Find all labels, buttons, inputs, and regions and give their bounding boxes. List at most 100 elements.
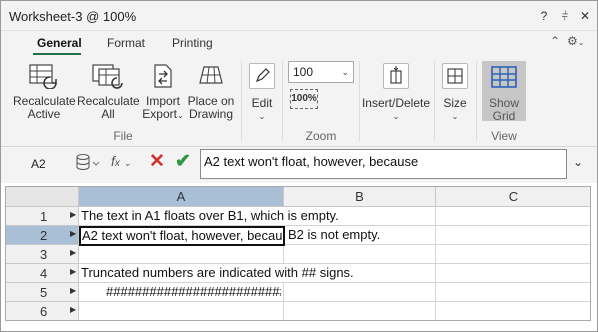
chevron-down-icon: ⌄ <box>451 112 459 121</box>
row-pointer-icon: ▶ <box>70 248 77 257</box>
zoom-level-select[interactable]: 100 ⌄ <box>288 61 354 83</box>
row-pointer-icon: ▶ <box>70 305 77 314</box>
spreadsheet-grid: A B C 1 ▶ 2 ▶ 3 ▶ 4 ▶ 5 ▶ 6 ▶ The text in A1 f… <box>5 186 591 321</box>
zoom-100-button[interactable]: 100% <box>290 89 318 109</box>
group-divider <box>282 61 283 141</box>
column-header-b[interactable]: B <box>284 187 436 207</box>
row-number: 1 <box>40 209 48 224</box>
file-group-label: File <box>113 129 133 143</box>
size-label: Size <box>443 96 467 110</box>
row-number: 3 <box>40 247 48 262</box>
ribbon: Recalculate Active Recalculate All Impor… <box>1 57 597 147</box>
zoom-100-label: 100% <box>291 93 317 104</box>
cell-reference-box[interactable]: A2 <box>31 157 46 171</box>
group-divider <box>241 61 242 141</box>
worksheet-window: Worksheet-3 @ 100% ? ⫩ ✕ General Format … <box>0 0 598 332</box>
chevron-down-icon: ⌄ <box>176 111 184 120</box>
zoom-group-label: Zoom <box>305 129 337 143</box>
cell-b6[interactable] <box>284 302 436 320</box>
row-pointer-icon: ▶ <box>70 229 77 238</box>
import-export-icon <box>154 64 172 88</box>
row-pointer-icon: ▶ <box>70 267 77 276</box>
edit-icon-box <box>249 63 275 89</box>
recalculate-active-icon <box>29 64 57 89</box>
recalculate-active-label-2: Active <box>27 107 61 121</box>
row-pointer-icon: ▶ <box>70 286 77 295</box>
place-on-drawing-button[interactable]: Place on Drawing <box>186 63 236 121</box>
row-header[interactable]: 1 ▶ <box>6 207 79 226</box>
edit-button[interactable]: Edit ⌄ <box>247 63 277 123</box>
group-divider <box>476 61 477 141</box>
window-title: Worksheet-3 @ 100% <box>9 9 137 24</box>
column-header-c[interactable]: C <box>436 187 590 207</box>
place-on-drawing-icon <box>199 66 223 84</box>
cell-a2-active[interactable]: A2 text won't float, however, because <box>79 226 285 246</box>
select-all-corner[interactable] <box>6 187 79 207</box>
pin-button[interactable]: ⫩ <box>557 7 573 25</box>
size-icon-box <box>442 63 468 89</box>
chevron-down-icon: ⌄ <box>392 112 400 121</box>
confirm-check-icon[interactable]: ✔ <box>175 150 191 173</box>
pencil-icon <box>255 68 270 83</box>
cell-c5[interactable] <box>436 283 590 302</box>
insert-delete-label: Insert/Delete <box>361 96 431 110</box>
help-button[interactable]: ? <box>536 7 552 25</box>
recalculate-all-button[interactable]: Recalculate All <box>77 63 140 121</box>
settings-gear-icon[interactable]: ⚙⌄ <box>567 34 584 48</box>
function-fx-icon[interactable]: fx ⌄ <box>111 153 131 169</box>
cell-a3[interactable] <box>79 245 284 264</box>
cell-c2[interactable] <box>436 226 590 245</box>
drawing-label: Drawing <box>188 107 233 121</box>
chevron-down-icon[interactable]: ⌄ <box>573 155 583 169</box>
edit-label: Edit <box>251 96 273 110</box>
column-header-a[interactable]: A <box>79 187 284 207</box>
show-grid-label-2: Grid <box>492 109 516 123</box>
tab-printing[interactable]: Printing <box>172 36 213 50</box>
chevron-down-icon: ⌄ <box>258 112 266 121</box>
size-icon <box>447 68 463 84</box>
ribbon-tabs: General Format Printing ⌃ ⚙⌄ <box>1 31 597 57</box>
database-icon[interactable] <box>75 153 101 176</box>
insert-delete-icon <box>390 66 402 84</box>
insert-delete-icon-box <box>383 63 409 89</box>
cell-b3[interactable] <box>284 245 436 264</box>
recalculate-all-icon <box>92 64 123 89</box>
grid-icon <box>491 66 517 88</box>
row-header[interactable]: 6 ▶ <box>6 302 79 320</box>
close-button[interactable]: ✕ <box>577 7 593 25</box>
row-pointer-icon: ▶ <box>70 210 77 219</box>
cell-b2-text: B2 is not empty. <box>288 227 381 242</box>
cell-c6[interactable] <box>436 302 590 320</box>
tab-format[interactable]: Format <box>107 36 145 50</box>
zoom-value: 100 <box>293 65 314 79</box>
formula-bar: A2 fx ⌄ ✕ ✔ A2 text won't float, however… <box>1 147 597 183</box>
show-grid-button[interactable]: Show Grid <box>482 61 526 123</box>
cell-c3[interactable] <box>436 245 590 264</box>
row-header[interactable]: 5 ▶ <box>6 283 79 302</box>
cell-a6[interactable] <box>79 302 284 320</box>
row-header[interactable]: 2 ▶ <box>6 226 79 245</box>
cancel-x-icon[interactable]: ✕ <box>149 150 165 173</box>
cell-a4-text: Truncated numbers are indicated with ## … <box>81 264 354 282</box>
title-bar: Worksheet-3 @ 100% ? ⫩ ✕ <box>1 1 597 31</box>
cell-b5[interactable] <box>284 283 436 302</box>
group-divider <box>359 61 360 141</box>
cell-c4[interactable] <box>436 264 590 283</box>
group-divider <box>434 61 435 141</box>
recalculate-active-button[interactable]: Recalculate Active <box>13 63 76 121</box>
collapse-ribbon-icon[interactable]: ⌃ <box>550 34 560 48</box>
cell-a1-text: The text in A1 floats over B1, which is … <box>81 207 339 225</box>
formula-input[interactable]: A2 text won't float, however, because <box>200 149 567 179</box>
view-group-label: View <box>491 129 517 143</box>
cell-c1[interactable] <box>436 207 590 226</box>
tab-general[interactable]: General <box>37 36 82 50</box>
export-label: Export <box>142 107 177 121</box>
row-number: 6 <box>40 304 48 319</box>
size-button[interactable]: Size ⌄ <box>438 63 472 123</box>
import-export-button[interactable]: Import Export⌄ <box>141 63 185 122</box>
row-header[interactable]: 4 ▶ <box>6 264 79 283</box>
row-header[interactable]: 3 ▶ <box>6 245 79 264</box>
active-tab-indicator <box>33 53 81 55</box>
chevron-down-icon: ⌄ <box>341 67 349 77</box>
insert-delete-button[interactable]: Insert/Delete ⌄ <box>361 63 431 123</box>
